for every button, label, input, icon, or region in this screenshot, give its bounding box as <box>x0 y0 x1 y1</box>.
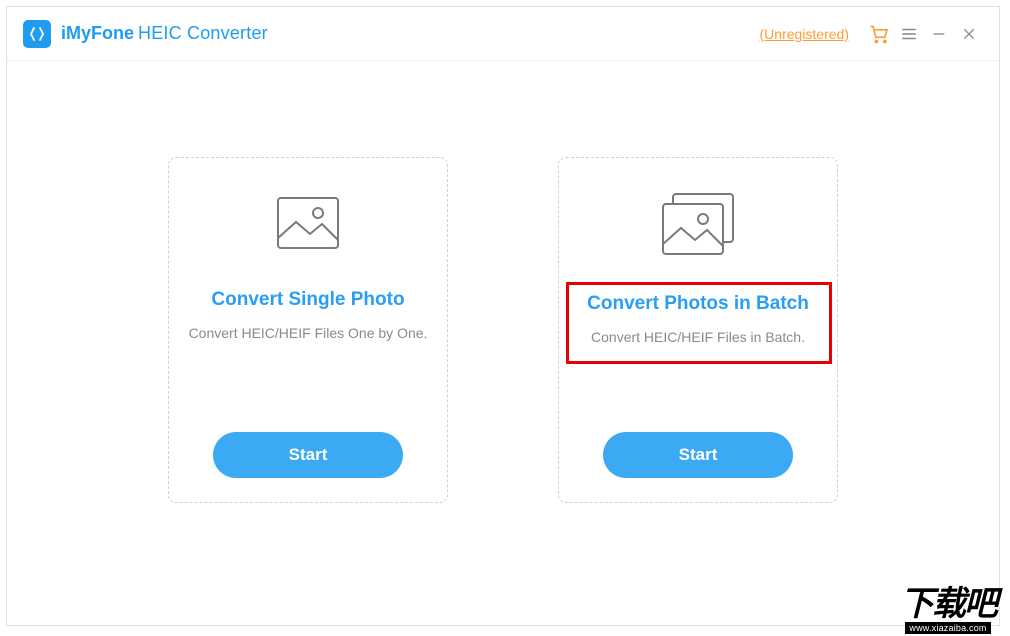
card-single-subtitle: Convert HEIC/HEIF Files One by One. <box>189 325 428 341</box>
card-single-title: Convert Single Photo <box>211 289 404 311</box>
product-name: HEIC Converter <box>138 23 268 44</box>
app-logo-icon <box>23 20 51 48</box>
start-batch-button[interactable]: Start <box>603 432 793 478</box>
main-content: Convert Single Photo Convert HEIC/HEIF F… <box>7 61 999 625</box>
wave-background <box>7 395 999 625</box>
card-convert-single: Convert Single Photo Convert HEIC/HEIF F… <box>168 157 448 503</box>
watermark: 下载吧 www.xiazaiba.com <box>900 587 996 634</box>
card-batch-subtitle: Convert HEIC/HEIF Files in Batch. <box>591 329 805 345</box>
unregistered-link[interactable]: (Unregistered) <box>760 26 849 42</box>
cart-icon[interactable] <box>865 20 893 48</box>
brand-name: iMyFone <box>61 23 134 44</box>
card-batch-title: Convert Photos in Batch <box>587 293 809 315</box>
watermark-url: www.xiazaiba.com <box>905 622 990 634</box>
start-single-button[interactable]: Start <box>213 432 403 478</box>
app-window: iMyFone HEIC Converter (Unregistered) <box>6 6 1000 626</box>
close-icon[interactable] <box>955 20 983 48</box>
titlebar: iMyFone HEIC Converter (Unregistered) <box>7 7 999 61</box>
photos-batch-icon <box>657 192 739 263</box>
photo-icon <box>272 192 344 259</box>
watermark-text: 下载吧 <box>900 587 996 621</box>
menu-icon[interactable] <box>895 20 923 48</box>
card-convert-batch: Convert Photos in Batch Convert HEIC/HEI… <box>558 157 838 503</box>
minimize-icon[interactable] <box>925 20 953 48</box>
